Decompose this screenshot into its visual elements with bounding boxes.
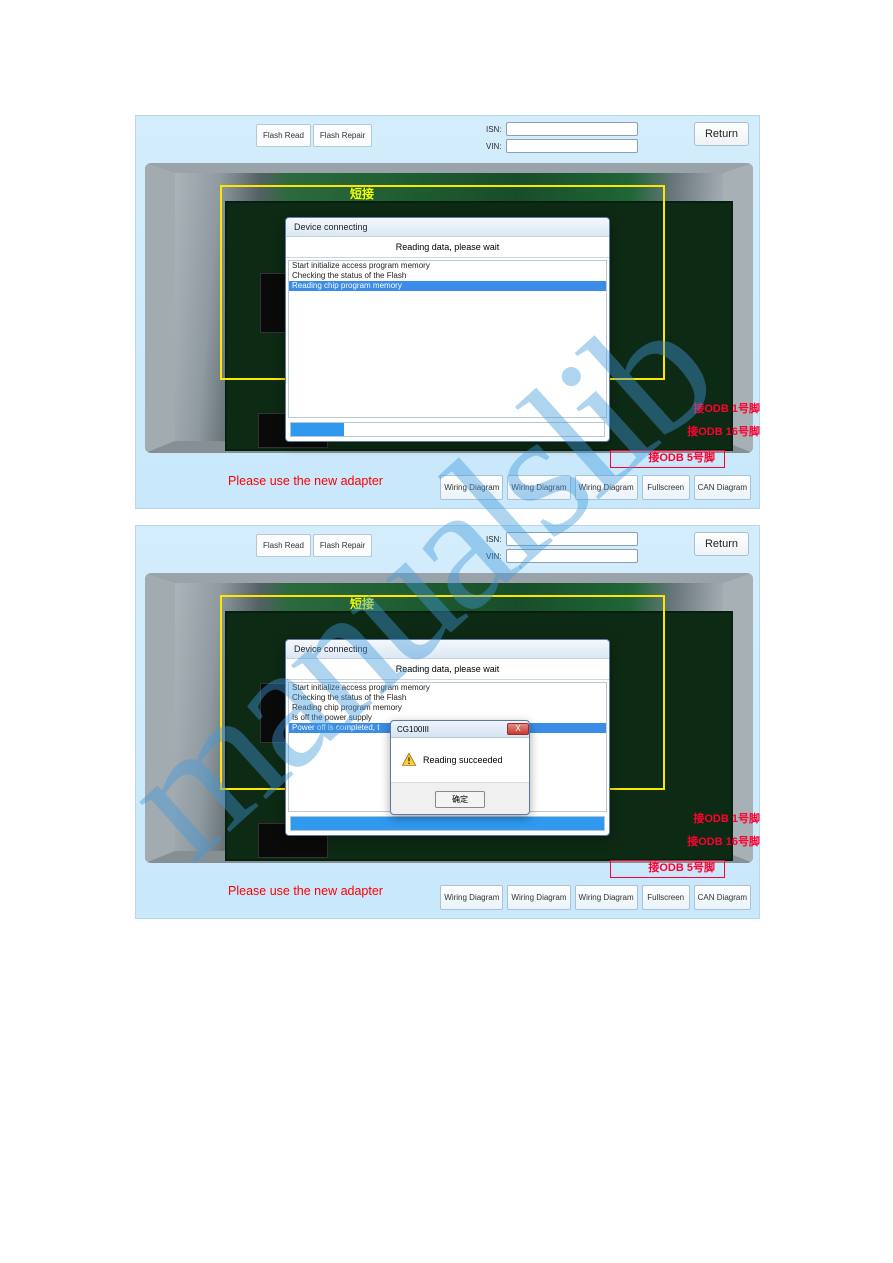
- odb-pin1-callout: 接ODB 1号脚: [693, 810, 760, 826]
- wiring-diagram-button[interactable]: Wiring Diagram: [575, 475, 638, 500]
- isn-input[interactable]: [506, 122, 638, 136]
- message-box-titlebar: CG100III X: [391, 721, 529, 738]
- close-icon[interactable]: X: [507, 723, 529, 735]
- isn-label: ISN:: [486, 125, 502, 134]
- dialog-log-list: Start initialize access program memory C…: [288, 260, 607, 418]
- dialog-subtitle: Reading data, please wait: [286, 237, 609, 258]
- topbar: Flash Read Flash Repair ISN: VIN: Return: [136, 526, 759, 564]
- short-jumper-label: 短接: [350, 595, 374, 612]
- short-jumper-label: 短接: [350, 185, 374, 202]
- flash-repair-button[interactable]: Flash Repair: [313, 124, 372, 147]
- odb-pin1-callout: 接ODB 1号脚: [693, 400, 760, 416]
- log-row: Start initialize access program memory: [289, 261, 606, 271]
- isn-label: ISN:: [486, 535, 502, 544]
- fullscreen-button[interactable]: Fullscreen: [642, 475, 690, 500]
- can-diagram-button[interactable]: CAN Diagram: [694, 475, 751, 500]
- message-box-title-text: CG100III: [397, 725, 429, 734]
- progress-fill: [291, 423, 344, 436]
- message-box: CG100III X Reading succeeded 确定: [390, 720, 530, 815]
- dialog-subtitle: Reading data, please wait: [286, 659, 609, 680]
- ecu-image-area: 短接 接ODB 1号脚 接ODB 16号脚 接ODB 5号脚 Device co…: [144, 564, 751, 872]
- isn-input[interactable]: [506, 532, 638, 546]
- odb-pin16-callout: 接ODB 16号脚: [687, 833, 760, 849]
- topbar: Flash Read Flash Repair ISN: VIN: Return: [136, 116, 759, 154]
- progress-bar: [290, 816, 605, 831]
- adapter-warning-text: Please use the new adapter: [136, 462, 383, 498]
- adapter-warning-text: Please use the new adapter: [136, 872, 383, 908]
- vin-label: VIN:: [486, 552, 502, 561]
- message-text: Reading succeeded: [423, 755, 503, 765]
- fullscreen-button[interactable]: Fullscreen: [642, 885, 690, 910]
- vin-input[interactable]: [506, 549, 638, 563]
- wiring-diagram-button[interactable]: Wiring Diagram: [440, 885, 503, 910]
- wiring-diagram-button[interactable]: Wiring Diagram: [575, 885, 638, 910]
- log-row-selected: Reading chip program memory: [289, 281, 606, 291]
- flash-read-button[interactable]: Flash Read: [256, 124, 311, 147]
- return-button[interactable]: Return: [694, 532, 749, 556]
- wiring-diagram-button[interactable]: Wiring Diagram: [440, 475, 503, 500]
- log-row: Reading chip program memory: [289, 703, 606, 713]
- can-diagram-button[interactable]: CAN Diagram: [694, 885, 751, 910]
- ok-button[interactable]: 确定: [435, 791, 485, 808]
- progress-bar: [290, 422, 605, 437]
- log-row: Start initialize access program memory: [289, 683, 606, 693]
- flash-read-button[interactable]: Flash Read: [256, 534, 311, 557]
- app-window-2: Flash Read Flash Repair ISN: VIN: Return…: [135, 525, 760, 919]
- vin-input[interactable]: [506, 139, 638, 153]
- app-window-1: Flash Read Flash Repair ISN: VIN: Return…: [135, 115, 760, 509]
- progress-fill: [291, 817, 604, 830]
- wiring-diagram-button[interactable]: Wiring Diagram: [507, 885, 570, 910]
- warning-icon: [401, 752, 417, 768]
- wiring-diagram-button[interactable]: Wiring Diagram: [507, 475, 570, 500]
- log-row: Checking the status of the Flash: [289, 271, 606, 281]
- odb-pin16-callout: 接ODB 16号脚: [687, 423, 760, 439]
- dialog-title: Device connecting: [286, 640, 609, 659]
- log-row: Checking the status of the Flash: [289, 693, 606, 703]
- return-button[interactable]: Return: [694, 122, 749, 146]
- dialog-title: Device connecting: [286, 218, 609, 237]
- ecu-image-area: 短接 接ODB 1号脚 接ODB 16号脚 接ODB 5号脚 Device co…: [144, 154, 751, 462]
- vin-label: VIN:: [486, 142, 502, 151]
- device-connecting-dialog: Device connecting Reading data, please w…: [285, 217, 610, 442]
- flash-repair-button[interactable]: Flash Repair: [313, 534, 372, 557]
